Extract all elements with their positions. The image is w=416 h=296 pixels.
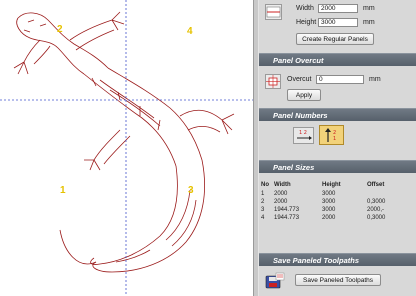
cell-width: 2000 xyxy=(274,199,288,205)
lizard-vector-drawing xyxy=(0,0,253,296)
overcut-icon xyxy=(265,74,281,89)
height-label: Height xyxy=(296,19,317,26)
panel-overcut-header: Panel Overcut xyxy=(259,53,416,66)
width-input[interactable]: 2000 xyxy=(318,4,358,13)
cell-offset: 0,3000 xyxy=(367,199,386,205)
column-header-height: Height xyxy=(322,182,341,188)
svg-text:1 2: 1 2 xyxy=(299,130,307,136)
cell-no: 3 xyxy=(261,207,265,213)
overcut-input[interactable]: 0 xyxy=(316,75,364,84)
panel-label-1: 1 xyxy=(60,185,66,196)
save-paneled-toolpaths-button[interactable]: Save Paneled Toolpaths xyxy=(295,274,381,286)
column-header-no: No xyxy=(261,182,269,188)
panel-sizes-table: No Width Height Offset 1 2000 3000 2 200… xyxy=(261,181,397,222)
column-header-width: Width xyxy=(274,182,291,188)
cell-offset xyxy=(367,190,397,198)
cell-width: 1944.773 xyxy=(274,215,300,221)
cell-height: 3000 xyxy=(322,191,336,197)
cell-height: 3000 xyxy=(322,207,336,213)
lizard-outline xyxy=(13,11,235,273)
panel-numbers-header: Panel Numbers xyxy=(259,108,416,121)
create-regular-panels-button[interactable]: Create Regular Panels xyxy=(296,33,374,45)
numbering-row-order-icon[interactable]: 1 2 xyxy=(293,127,314,144)
save-paneled-toolpaths-header: Save Paneled Toolpaths xyxy=(259,253,416,266)
cell-no: 1 xyxy=(261,191,265,197)
panel-label-3: 3 xyxy=(188,185,194,196)
height-unit: mm xyxy=(363,19,375,26)
regular-panels-icon xyxy=(265,4,282,20)
drawing-canvas[interactable]: 2 4 1 3 xyxy=(0,0,253,296)
table-row[interactable]: 1 2000 3000 xyxy=(261,190,397,198)
apply-button[interactable]: Apply xyxy=(287,89,321,101)
cell-offset: 2000,- xyxy=(367,207,385,213)
cell-height: 2000 xyxy=(322,215,336,221)
panel-sizes-header: Panel Sizes xyxy=(259,160,416,173)
cell-no: 4 xyxy=(261,215,265,221)
overcut-unit: mm xyxy=(369,76,381,83)
height-input[interactable]: 3000 xyxy=(318,18,358,27)
tiling-panel: Width 2000 mm Height 3000 mm Create Regu… xyxy=(259,0,416,296)
column-header-offset: Offset xyxy=(367,182,385,188)
panel-label-4: 4 xyxy=(187,26,193,37)
overcut-label: Overcut xyxy=(287,76,312,83)
width-label: Width xyxy=(296,5,314,12)
table-row[interactable]: 4 1944.773 2000 0,3000 xyxy=(261,214,397,222)
table-row[interactable]: 3 1944.773 3000 2000,- xyxy=(261,206,397,214)
table-row[interactable]: 2 2000 3000 0,3000 xyxy=(261,198,397,206)
table-header-row: No Width Height Offset xyxy=(261,181,397,190)
panel-label-2: 2 xyxy=(57,24,63,35)
svg-text:1: 1 xyxy=(333,136,336,142)
cell-width: 1944.773 xyxy=(274,207,300,213)
numbering-column-order-icon[interactable]: 2 1 xyxy=(319,125,344,145)
cell-offset: 0,3000 xyxy=(367,215,386,221)
cell-width: 2000 xyxy=(274,191,288,197)
width-unit: mm xyxy=(363,5,375,12)
cell-height: 3000 xyxy=(322,199,336,205)
cell-no: 2 xyxy=(261,199,265,205)
save-toolpaths-icon xyxy=(264,272,286,290)
